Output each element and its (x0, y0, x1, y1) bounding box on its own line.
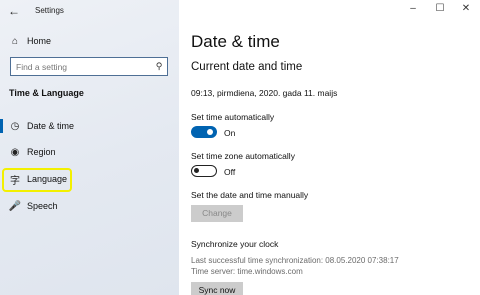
calendar-clock-icon: ◷ (10, 120, 20, 132)
set-timezone-auto-toggle[interactable] (191, 165, 217, 177)
search-icon[interactable]: ⚲ (151, 61, 167, 72)
title-bar: ← Settings (0, 0, 179, 22)
selection-indicator (0, 119, 3, 133)
current-date-time-value: 09:13, pirmdiena, 2020. gada 11. maijs (191, 88, 338, 98)
globe-icon: ◉ (10, 146, 20, 158)
set-time-auto-label: Set time automatically (191, 112, 275, 122)
sidebar-item-label: Home (27, 36, 52, 46)
set-time-auto-toggle[interactable] (191, 126, 217, 138)
microphone-icon: 🎤 (8, 200, 22, 212)
home-icon: ⌂ (11, 35, 19, 47)
change-button[interactable]: Change (191, 205, 243, 222)
sidebar-item-speech[interactable]: 🎤 Speech (0, 195, 179, 217)
sync-now-button[interactable]: Sync now (191, 282, 243, 295)
window-title: Settings (35, 6, 64, 15)
sidebar-item-label: Region (27, 147, 56, 157)
current-date-time-heading: Current date and time (191, 61, 303, 73)
sidebar: ← Settings ⌂ Home Find a setting ⚲ Time … (0, 0, 179, 295)
maximize-icon[interactable]: ☐ (432, 3, 448, 15)
highlight-annotation (2, 168, 72, 192)
set-timezone-auto-state: Off (224, 167, 236, 177)
sidebar-item-label: Date & time (27, 121, 75, 131)
page-title: Date & time (191, 32, 280, 51)
manual-date-time-label: Set the date and time manually (191, 190, 309, 200)
toggle-knob (207, 129, 213, 135)
minimize-icon[interactable]: – (405, 3, 421, 15)
main-pane: – ☐ ✕ Date & time Current date and time … (179, 0, 480, 295)
toggle-knob (194, 168, 199, 173)
time-server-text: Time server: time.windows.com (191, 267, 303, 276)
sidebar-item-date-time[interactable]: ◷ Date & time (0, 115, 179, 137)
close-icon[interactable]: ✕ (458, 3, 474, 15)
search-input[interactable]: Find a setting (16, 62, 151, 72)
sidebar-item-region[interactable]: ◉ Region (0, 141, 179, 163)
last-sync-text: Last successful time synchronization: 08… (191, 256, 399, 265)
set-time-auto-state: On (224, 128, 236, 138)
section-title: Time & Language (9, 88, 84, 98)
search-box[interactable]: Find a setting ⚲ (10, 57, 168, 76)
set-timezone-auto-label: Set time zone automatically (191, 151, 295, 161)
sidebar-item-label: Speech (27, 201, 58, 211)
back-arrow-icon[interactable]: ← (6, 3, 22, 19)
sync-clock-heading: Synchronize your clock (191, 239, 279, 249)
sidebar-item-home[interactable]: ⌂ Home (0, 30, 179, 52)
